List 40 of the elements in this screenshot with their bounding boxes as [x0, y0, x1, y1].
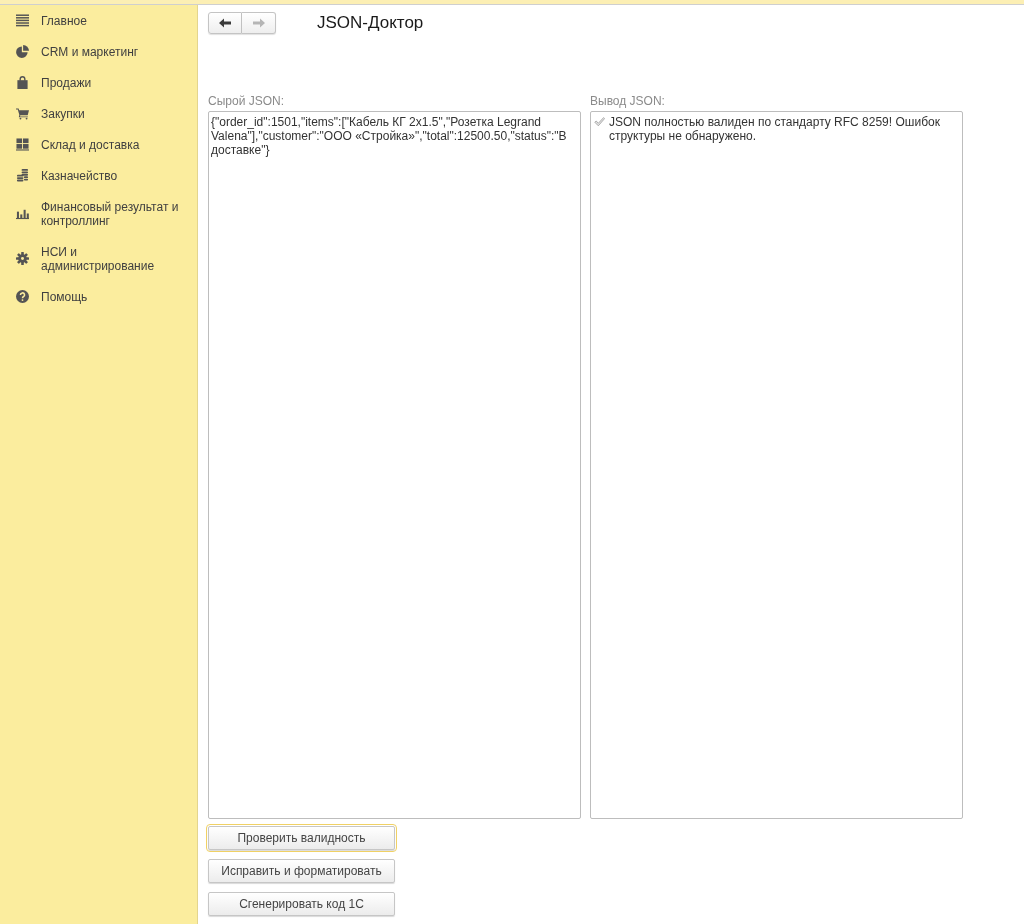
sidebar-item[interactable]: Продажи	[0, 67, 197, 98]
sidebar-item[interactable]: Казначейство	[0, 160, 197, 191]
input-label: Сырой JSON:	[208, 94, 284, 108]
coins-icon	[16, 169, 29, 182]
sidebar-item-label: Главное	[41, 13, 88, 28]
pie-chart-icon	[16, 45, 29, 58]
arrow-left-icon	[219, 18, 231, 28]
help-icon	[16, 290, 29, 303]
sidebar-item[interactable]: CRM и маркетинг	[0, 36, 197, 67]
raw-json-input[interactable]: {"order_id":1501,"items":["Кабель КГ 2x1.5","Розетка Legrand Valena"],"customer":"ООО «Стройка»","total":12500.50,"status":"В доставке"}	[208, 111, 581, 819]
action-button[interactable]: Проверить валидность	[208, 826, 395, 850]
sidebar-item[interactable]: Финансовый результат и контроллинг	[0, 191, 197, 236]
sidebar-item-label: Помощь	[41, 289, 89, 304]
sidebar-item[interactable]: Закупки	[0, 98, 197, 129]
bag-icon	[16, 76, 29, 89]
sidebar-item-label: Закупки	[41, 106, 86, 121]
sidebar-item-label: CRM и маркетинг	[41, 44, 140, 59]
sidebar-item[interactable]: Помощь	[0, 281, 197, 312]
sidebar-item-label: Финансовый результат и контроллинг	[41, 199, 180, 228]
sidebar-item-label: Продажи	[41, 75, 93, 90]
action-button[interactable]: Сгенерировать код 1С	[208, 892, 395, 916]
sidebar-item[interactable]: Склад и доставка	[0, 129, 197, 160]
check-icon	[594, 117, 605, 127]
output-label: Вывод JSON:	[590, 94, 665, 108]
action-button[interactable]: Исправить и форматировать	[208, 859, 395, 883]
sidebar-item-label: НСИ и администрирование	[41, 244, 156, 273]
grid-icon	[16, 138, 29, 151]
menu-icon	[16, 14, 29, 27]
sidebar-item-label: Склад и доставка	[41, 137, 141, 152]
sidebar-item-label: Казначейство	[41, 168, 119, 183]
page-title: JSON-Доктор	[317, 13, 424, 33]
back-button[interactable]	[208, 12, 242, 34]
sidebar-item[interactable]: НСИ и администрирование	[0, 236, 197, 281]
output-message: JSON полностью валиден по стандарту RFC 8259! Ошибок структуры не обнаружено.	[609, 115, 941, 143]
cart-icon	[16, 107, 29, 120]
bar-chart-icon	[16, 207, 29, 220]
gear-icon	[16, 252, 29, 265]
arrow-right-icon	[252, 18, 265, 28]
output-field[interactable]: JSON полностью валиден по стандарту RFC 8259! Ошибок структуры не обнаружено.	[590, 111, 963, 819]
sidebar-item[interactable]: Главное	[0, 5, 197, 36]
